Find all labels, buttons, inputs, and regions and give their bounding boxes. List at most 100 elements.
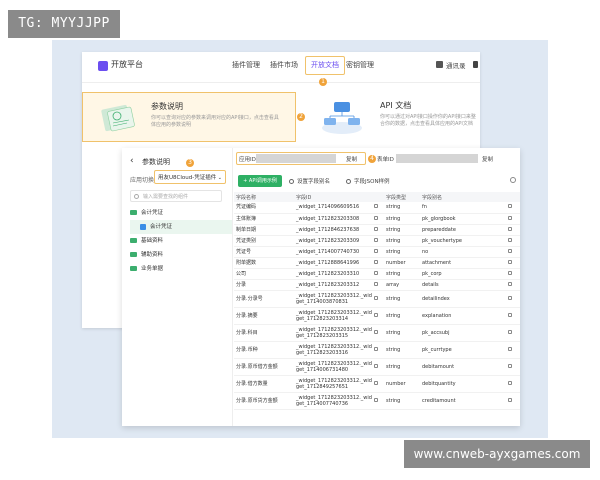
field-type-cell: string [384,307,420,325]
copy-id[interactable] [372,224,384,236]
copy-alias[interactable] [506,290,520,308]
copy-icon[interactable] [508,248,512,253]
copy-id[interactable] [372,341,384,359]
api-network-illustration-icon [322,102,362,134]
contacts-label[interactable]: 通讯录 [446,60,466,70]
copy-icon[interactable] [374,226,378,231]
copy-icon[interactable] [374,380,378,385]
copy-icon[interactable] [508,215,512,220]
folder-icon [130,210,137,215]
field-json-sample-button[interactable]: 字段JSON样例 [346,177,390,185]
copy-id[interactable] [372,235,384,247]
copy-icon[interactable] [374,346,378,351]
component-search-input[interactable]: 输入需要查找的组件 [130,190,222,202]
copy-icon[interactable] [508,226,512,231]
copy-alias[interactable] [506,341,520,359]
field-alias-cell: debitquantity [420,375,506,393]
panel-title: 参数说明 [142,158,170,166]
json-icon [346,179,351,184]
tree-item-basic-data[interactable]: 基础资料 [130,234,228,248]
tree-item-voucher-group[interactable]: 会计凭证 [130,206,228,220]
copy-id[interactable] [372,246,384,258]
copy-alias[interactable] [506,324,520,342]
copy-icon[interactable] [508,329,512,334]
copy-alias[interactable] [506,235,520,247]
nav-key-management[interactable]: 密钥管理 [346,60,374,70]
copy-alias[interactable] [506,202,520,214]
api-call-example-button[interactable]: + API调用示例 [238,175,282,187]
copy-alias[interactable] [506,246,520,258]
copy-id[interactable] [372,307,384,325]
field-id-cell: _widget_1712823203308 [294,213,372,225]
schema-id-copy-button[interactable]: 复制 [482,155,493,163]
api-doc-card[interactable]: API 文档 你可以通过对API接口操作你的API接口来整合你的数据，点击查看具… [318,92,480,140]
app-id-copy-button[interactable]: 复制 [346,155,357,163]
copy-icon[interactable] [374,215,378,220]
copy-id[interactable] [372,257,384,269]
copy-icon[interactable] [508,295,512,300]
table-search-icon[interactable] [510,177,516,183]
col-copy [372,192,384,202]
copy-icon[interactable] [508,380,512,385]
set-field-alias-label: 设置字段别名 [297,179,331,185]
copy-icon[interactable] [374,397,378,402]
copy-alias[interactable] [506,257,520,269]
copy-alias[interactable] [506,307,520,325]
copy-icon[interactable] [374,363,378,368]
tree-item-voucher[interactable]: 会计凭证 [130,220,232,234]
tree-label: 会计凭证 [150,224,173,230]
nav-plugin-market[interactable]: 插件市场 [270,60,298,70]
copy-icon[interactable] [508,281,512,286]
set-field-alias-button[interactable]: 设置字段别名 [289,177,330,185]
copy-icon[interactable] [374,259,378,264]
copy-id[interactable] [372,375,384,393]
params-card[interactable]: 参数说明 你可以查询对应的参数来调用对应的API接口，点击查看具体应用的参数说明 [82,92,296,142]
app-id-value [256,154,336,163]
user-icon[interactable] [473,61,478,68]
chevron-left-icon[interactable]: ‹ [130,156,134,166]
table-row: 凭证号 _widget_1714007740730 string no [234,246,520,258]
document-illustration-icon [101,104,135,132]
copy-id[interactable] [372,213,384,225]
copy-icon[interactable] [508,363,512,368]
nav-plugin-management[interactable]: 插件管理 [232,60,260,70]
copy-icon[interactable] [374,329,378,334]
copy-alias[interactable] [506,358,520,376]
copy-icon[interactable] [374,295,378,300]
nav-open-docs[interactable]: 开放文档 [305,56,345,75]
copy-icon[interactable] [374,312,378,317]
copy-icon[interactable] [508,270,512,275]
copy-id[interactable] [372,290,384,308]
copy-icon[interactable] [508,204,512,209]
copy-icon[interactable] [374,281,378,286]
copy-icon[interactable] [374,270,378,275]
copy-alias[interactable] [506,279,520,291]
field-id-cell: _widget_1712823203312._widget_1712823203… [294,324,372,342]
field-type-cell: string [384,324,420,342]
copy-alias[interactable] [506,213,520,225]
copy-id[interactable] [372,358,384,376]
copy-icon[interactable] [374,237,378,242]
copy-id[interactable] [372,202,384,214]
copy-icon[interactable] [508,397,512,402]
copy-icon[interactable] [508,312,512,317]
contacts-icon[interactable] [436,61,443,68]
tree-item-aux-data[interactable]: 辅助资料 [130,248,228,262]
copy-icon[interactable] [508,346,512,351]
copy-id[interactable] [372,268,384,280]
field-id-cell: _widget_1712823203312._widget_1712823203… [294,341,372,359]
app-select[interactable]: 用友U8Cloud-凭证插件 ⌄ [154,170,226,184]
copy-alias[interactable] [506,268,520,280]
copy-icon[interactable] [508,259,512,264]
copy-icon[interactable] [374,248,378,253]
copy-alias[interactable] [506,224,520,236]
copy-id[interactable] [372,392,384,410]
copy-id[interactable] [372,279,384,291]
callout-badge-2: 2 [297,113,305,121]
copy-alias[interactable] [506,375,520,393]
copy-alias[interactable] [506,392,520,410]
copy-icon[interactable] [508,237,512,242]
copy-id[interactable] [372,324,384,342]
tree-item-business-docs[interactable]: 业务单据 [130,262,228,276]
copy-icon[interactable] [374,204,378,209]
